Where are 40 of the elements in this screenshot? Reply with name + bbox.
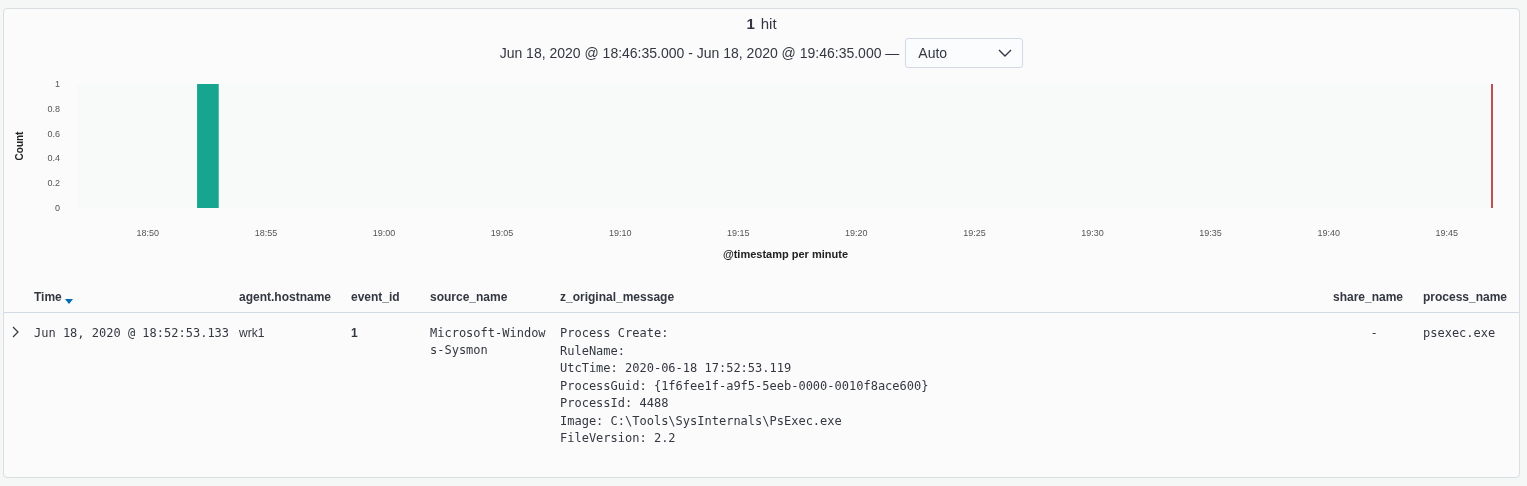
column-header[interactable]: share_name xyxy=(1329,266,1419,313)
sort-down-icon xyxy=(64,299,73,304)
chevron-down-icon xyxy=(998,49,1013,57)
table-cell-text: Microsoft-Windows-Sysmon xyxy=(429,325,547,359)
table-cell-text: - xyxy=(1369,325,1379,342)
x-tick-label: 19:10 xyxy=(608,228,632,238)
x-tick-label: 19:05 xyxy=(490,228,514,238)
y-axis-title: Count xyxy=(14,131,25,161)
column-header[interactable]: source_name xyxy=(426,266,556,313)
column-header[interactable]: process_name xyxy=(1419,266,1519,313)
x-tick-label: 19:25 xyxy=(963,228,986,238)
hit-label: hit xyxy=(760,15,777,32)
x-tick-label: 18:55 xyxy=(254,228,278,238)
y-tick-label: 0.6 xyxy=(47,128,60,139)
table-cell-text: Jun 18, 2020 @ 18:52:53.133 xyxy=(33,325,231,342)
x-tick-label: 18:50 xyxy=(136,228,160,238)
y-tick-label: 0 xyxy=(55,203,60,213)
x-tick-label: 19:00 xyxy=(372,228,396,238)
y-tick-label: 0.2 xyxy=(47,178,60,189)
x-tick-label: 19:20 xyxy=(845,228,868,238)
x-tick-label: 19:15 xyxy=(727,228,750,238)
interval-select[interactable]: Auto xyxy=(905,38,1024,68)
table-cell-text: psexec.exe xyxy=(1422,325,1497,342)
x-tick-label: 19:40 xyxy=(1317,228,1340,238)
x-tick-label: 19:30 xyxy=(1081,228,1104,238)
y-tick-label: 0.8 xyxy=(47,103,60,114)
x-tick-label: 19:35 xyxy=(1199,228,1222,238)
column-header[interactable]: Time xyxy=(30,266,235,313)
hit-count: 1 xyxy=(746,15,755,32)
x-axis-title: @timestamp per minute xyxy=(723,248,848,260)
x-tick-label: 19:45 xyxy=(1435,228,1459,238)
table-cell-text: 1 xyxy=(350,325,359,342)
message-text: Process Create: RuleName: UtcTime: 2020-06-18 17:52:53.119 ProcessGuid: {1f6fee1f-a9f5-5eeb-0000-0010f8ace600} ProcessId: 4488 Image: C:\Tools\SysInternals\PsExec.exe FileVersion: 2.2 xyxy=(560,325,930,447)
table-cell-text: wrk1 xyxy=(238,325,266,342)
y-tick-label: 1 xyxy=(55,79,60,89)
time-range: Jun 18, 2020 @ 18:46:35.000 - Jun 18, 2020 @ 19:46:35.000 — xyxy=(499,45,900,61)
y-tick-label: 0.4 xyxy=(47,153,60,164)
column-header[interactable]: event_id xyxy=(347,266,426,313)
column-header[interactable]: agent.hostname xyxy=(235,266,347,313)
column-header[interactable]: z_original_message xyxy=(556,266,1329,313)
